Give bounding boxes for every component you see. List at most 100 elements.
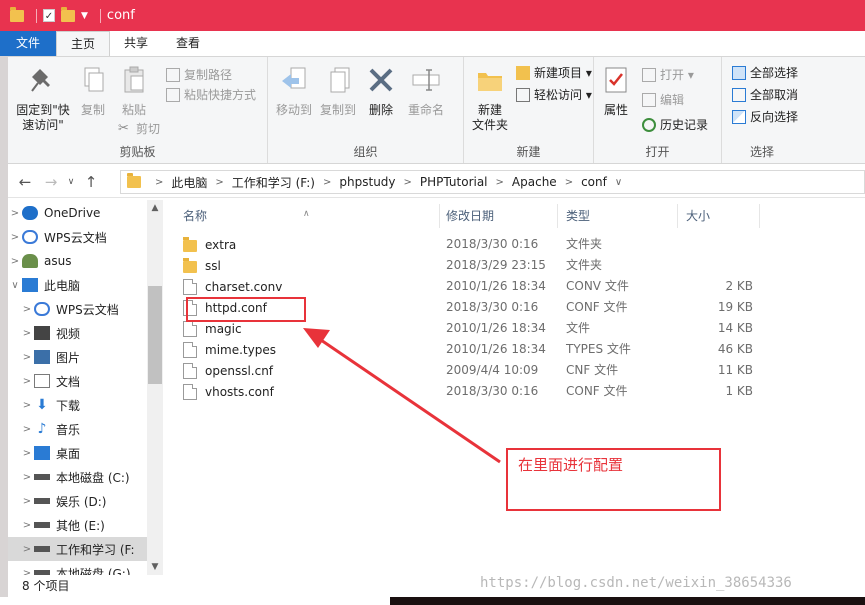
organize-group: 移动到 复制到 删除 重命名 组织 <box>268 57 464 163</box>
chevron-right-icon[interactable]: > <box>8 208 22 219</box>
tab-view[interactable]: 查看 <box>162 31 214 56</box>
breadcrumb-phptutorial[interactable]: PHPTutorial > <box>420 175 512 189</box>
move-to-button[interactable]: 移动到 <box>272 65 316 118</box>
back-arrow-icon[interactable]: ← <box>12 173 38 191</box>
chevron-down-icon[interactable]: ▼ <box>81 11 88 21</box>
nav-item-this-pc[interactable]: ∨ 此电脑 <box>8 273 148 297</box>
breadcrumb-chevron-icon[interactable]: > <box>323 177 331 188</box>
nav-item-wps-cloud-2[interactable]: > WPS云文档 <box>8 297 148 321</box>
navigation-bar: ← → ∨ ↑ > 此电脑 > 工作和学习 (F:) > phpstudy > PHP… <box>8 166 865 198</box>
copy-path-button[interactable]: 复制路径 <box>166 65 232 85</box>
file-row-extra[interactable]: extra 2018/3/30 0:16 文件夹 <box>183 234 763 255</box>
chevron-right-icon[interactable]: > <box>8 256 22 267</box>
nav-item-drive-d[interactable]: > 娱乐 (D:) <box>8 489 148 513</box>
rename-button[interactable]: 重命名 <box>404 65 448 118</box>
breadcrumb-chevron-icon[interactable]: > <box>215 177 223 188</box>
scroll-up-icon[interactable]: ▲ <box>147 200 163 216</box>
scroll-thumb[interactable] <box>148 286 162 384</box>
cut-button[interactable]: ✂ 剪切 <box>118 119 160 139</box>
file-icon <box>183 341 197 358</box>
nav-item-downloads[interactable]: > ⬇ 下载 <box>8 393 148 417</box>
breadcrumb-drive-f[interactable]: 工作和学习 (F:) > <box>232 174 340 191</box>
chevron-right-icon[interactable]: > <box>20 328 34 339</box>
nav-item-asus[interactable]: > asus <box>8 249 148 273</box>
forward-arrow-icon[interactable]: → <box>38 173 64 191</box>
chevron-right-icon[interactable]: > <box>20 568 34 576</box>
file-row-mime-types[interactable]: mime.types 2010/1/26 18:34 TYPES 文件 46 K… <box>183 339 763 360</box>
chevron-right-icon[interactable]: > <box>20 520 34 531</box>
chevron-right-icon[interactable]: > <box>20 352 34 363</box>
chevron-right-icon[interactable]: > <box>20 376 34 387</box>
delete-button[interactable]: 删除 <box>364 65 398 118</box>
breadcrumb-chevron-icon[interactable]: > <box>155 177 163 188</box>
properties-quick-icon[interactable]: ✓ <box>43 9 55 22</box>
nav-item-documents[interactable]: > 文档 <box>8 369 148 393</box>
file-row-vhosts-conf[interactable]: vhosts.conf 2018/3/30 0:16 CONF 文件 1 KB <box>183 381 763 402</box>
column-header-date[interactable]: 修改日期 <box>438 204 558 228</box>
column-header-name[interactable]: 名称 ∧ <box>175 204 440 228</box>
chevron-right-icon[interactable]: > <box>20 472 34 483</box>
new-item-button[interactable]: 新建项目 ▾ <box>516 63 592 83</box>
scroll-down-icon[interactable]: ▼ <box>147 559 163 575</box>
breadcrumb-apache[interactable]: Apache > <box>512 175 581 189</box>
edit-button[interactable]: 编辑 <box>642 90 684 110</box>
breadcrumb-chevron-icon[interactable]: > <box>496 177 504 188</box>
breadcrumb-chevron-icon[interactable]: > <box>565 177 573 188</box>
select-all-icon <box>732 66 746 80</box>
breadcrumb-phpstudy[interactable]: phpstudy > <box>339 175 420 189</box>
easy-access-button[interactable]: 轻松访问 ▾ <box>516 85 592 105</box>
breadcrumb-chevron-icon[interactable]: ∨ <box>615 177 622 188</box>
new-folder-button[interactable]: 新建 文件夹 <box>468 65 512 133</box>
nav-item-drive-g[interactable]: > 本地磁盘 (G:) <box>8 561 148 575</box>
breadcrumb-this-pc[interactable]: 此电脑 > <box>171 174 231 191</box>
select-none-button[interactable]: 全部取消 <box>732 85 798 105</box>
file-row-ssl[interactable]: ssl 2018/3/29 23:15 文件夹 <box>183 255 763 276</box>
nav-item-onedrive[interactable]: > OneDrive <box>8 201 148 225</box>
copy-button[interactable]: 复制 <box>76 65 110 118</box>
copy-to-button[interactable]: 复制到 <box>316 65 360 118</box>
chevron-right-icon[interactable]: > <box>20 304 34 315</box>
nav-item-desktop[interactable]: > 桌面 <box>8 441 148 465</box>
chevron-right-icon[interactable]: > <box>20 448 34 459</box>
item-count: 8 个项目 <box>22 579 70 593</box>
history-button[interactable]: 历史记录 <box>642 115 708 135</box>
nav-item-pictures[interactable]: > 图片 <box>8 345 148 369</box>
address-bar[interactable]: > 此电脑 > 工作和学习 (F:) > phpstudy > PHPTutorial… <box>120 170 865 194</box>
pin-quick-access-button[interactable]: 固定到"快 速访问" <box>12 65 74 133</box>
breadcrumb-chevron-icon[interactable]: > <box>404 177 412 188</box>
open-button[interactable]: 打开 ▾ <box>642 65 694 85</box>
paste-button[interactable]: 粘贴 <box>114 65 154 118</box>
chevron-right-icon[interactable]: > <box>8 232 22 243</box>
document-icon <box>34 374 50 388</box>
recent-locations-chevron-icon[interactable]: ∨ <box>64 177 78 187</box>
nav-item-drive-f[interactable]: > 工作和学习 (F: <box>8 537 148 561</box>
column-header-type[interactable]: 类型 <box>558 204 678 228</box>
chevron-down-icon[interactable]: ∨ <box>8 280 22 291</box>
paste-shortcut-button[interactable]: 粘贴快捷方式 <box>166 85 256 105</box>
properties-button[interactable]: 属性 <box>596 65 636 118</box>
new-folder-quick-icon[interactable] <box>61 6 75 22</box>
nav-item-drive-c[interactable]: > 本地磁盘 (C:) <box>8 465 148 489</box>
column-header-size[interactable]: 大小 <box>678 204 760 228</box>
chevron-right-icon[interactable]: > <box>20 400 34 411</box>
nav-item-music[interactable]: > ♪ 音乐 <box>8 417 148 441</box>
chevron-right-icon[interactable]: > <box>20 544 34 555</box>
tab-home[interactable]: 主页 <box>56 31 111 56</box>
chevron-right-icon[interactable]: > <box>20 496 34 507</box>
file-row-charset-conv[interactable]: charset.conv 2010/1/26 18:34 CONV 文件 2 K… <box>183 276 763 297</box>
nav-scrollbar[interactable]: ▲ ▼ <box>147 200 163 575</box>
select-group-label: 选择 <box>749 145 774 159</box>
nav-item-wps-cloud[interactable]: > WPS云文档 <box>8 225 148 249</box>
select-all-button[interactable]: 全部选择 <box>732 63 798 83</box>
nav-item-videos[interactable]: > 视频 <box>8 321 148 345</box>
tab-share[interactable]: 共享 <box>110 31 162 56</box>
tab-file[interactable]: 文件 <box>0 31 57 56</box>
up-arrow-icon[interactable]: ↑ <box>78 173 104 191</box>
file-row-openssl-cnf[interactable]: openssl.cnf 2009/4/4 10:09 CNF 文件 11 KB <box>183 360 763 381</box>
title-separator <box>36 8 37 23</box>
chevron-right-icon[interactable]: > <box>20 424 34 435</box>
nav-item-drive-e[interactable]: > 其他 (E:) <box>8 513 148 537</box>
invert-selection-button[interactable]: 反向选择 <box>732 107 798 127</box>
breadcrumb-conf[interactable]: conf ∨ <box>581 175 630 189</box>
organize-group-label: 组织 <box>353 145 378 159</box>
